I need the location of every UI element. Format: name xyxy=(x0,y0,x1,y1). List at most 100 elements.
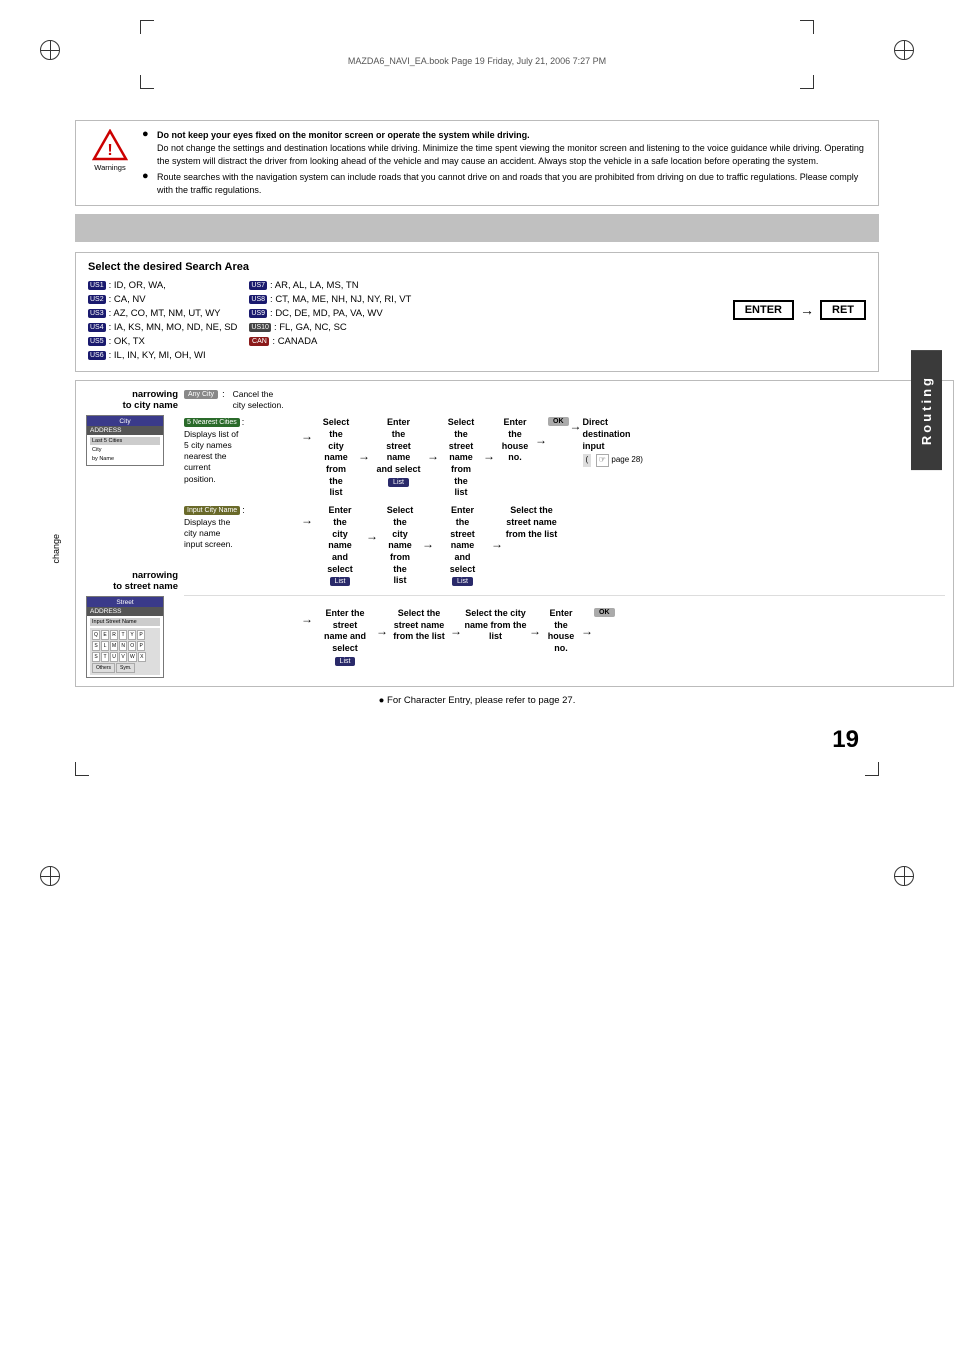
book-info-line: MAZDA6_NAVI_EA.book Page 19 Friday, July… xyxy=(0,55,954,67)
enter-ret-arrow: → xyxy=(800,302,814,318)
us8-states: : CT, MA, ME, NH, NJ, NY, RI, VT xyxy=(270,294,411,305)
flow-enter-house: Enterthehouseno. xyxy=(496,417,534,464)
mockup-city-item: City xyxy=(90,446,160,454)
change-label: change xyxy=(51,534,61,564)
city-narrowing-label: narrowing to city name City ADDRESS Last… xyxy=(84,389,184,466)
corner-mark-tr xyxy=(800,20,814,34)
bottom-margin xyxy=(0,806,954,926)
warning-icon-area: ! Warnings xyxy=(86,129,134,172)
narrowing-street-title2: to street name xyxy=(84,581,184,592)
state-row-us5: US5 : OK, TX xyxy=(88,336,237,347)
kbd-key-t2: T xyxy=(101,652,109,662)
footer-note: ● For Character Entry, please refer to p… xyxy=(75,695,879,706)
kbd-key-x: X xyxy=(138,652,146,662)
left-panel: narrowing to city name City ADDRESS Last… xyxy=(84,389,184,678)
kbd-row-4: Others Sym. xyxy=(92,663,158,673)
warning-body-text: Do not change the settings and destinati… xyxy=(157,143,864,166)
search-area-section: Select the desired Search Area US1 : ID,… xyxy=(75,252,879,372)
inputcity-btn[interactable]: Input City Name xyxy=(184,506,240,515)
arr-sf2: → xyxy=(376,608,388,638)
kbd-key-s: S xyxy=(92,641,100,651)
flow-sf-select-city: Select the cityname from thelist xyxy=(463,608,528,643)
warning-triangle-icon: ! xyxy=(92,129,128,161)
bullet-1: ● xyxy=(142,129,152,168)
enter-button[interactable]: ENTER xyxy=(733,300,794,320)
arr-sf5: → xyxy=(581,608,593,638)
arr1: → xyxy=(301,417,313,443)
flow-ic-select-city: Selectthecitynamefromthelist xyxy=(379,505,421,587)
us2-badge: US2 xyxy=(88,295,106,304)
corner-mark-bl xyxy=(140,75,154,89)
kbd-row-3: S T U V W X xyxy=(92,652,158,662)
search-area-content: US1 : ID, OR, WA, US2 : CA, NV US3 : AZ,… xyxy=(88,280,866,361)
screen-mockup-street: Street ADDRESS Input Street Name Q E R T… xyxy=(86,596,164,678)
colon-inputcity: : xyxy=(242,505,245,515)
state-col-2: US7 : AR, AL, LA, MS, TN US8 : CT, MA, M… xyxy=(249,280,411,361)
any-city-btn[interactable]: Any City xyxy=(184,390,218,399)
diagram-section: change narrowing to city name City ADDRE… xyxy=(75,380,954,687)
nearest5-btn[interactable]: 5 Nearest Cities xyxy=(184,418,240,427)
state-row-us4: US4 : IA, KS, MN, MO, ND, NE, SD xyxy=(88,322,237,333)
nearest5-left: 5 Nearest Cities : Displays list of 5 ci… xyxy=(184,417,299,484)
screen-mockup-city: City ADDRESS Last 5 Cities City by Name xyxy=(86,415,164,466)
nearest5-btn-row: 5 Nearest Cities : xyxy=(184,417,244,427)
page-number-area: 19 xyxy=(75,716,879,796)
crop-mark-br-circle xyxy=(894,866,914,886)
bullet-2: ● xyxy=(142,171,152,197)
arr-ic3: → xyxy=(422,505,434,551)
mockup-street-body: Input Street Name Q E R T Y P xyxy=(87,616,163,677)
street-narrowing-label: narrowing to street name Street ADDRESS … xyxy=(84,570,184,678)
kbd-key-t: T xyxy=(119,630,127,640)
gray-band xyxy=(75,214,879,242)
ok-btn[interactable]: OK xyxy=(548,417,569,426)
narrowing-city-title2: to city name xyxy=(84,400,184,411)
corner-mark-bl2 xyxy=(75,762,89,776)
list-btn-sf[interactable]: List xyxy=(335,657,356,666)
colon-nearest5: : xyxy=(242,417,245,427)
flow-sf-enter-street: Enter thestreetname andselect List xyxy=(315,608,375,666)
list-btn-1[interactable]: List xyxy=(388,478,409,487)
ok-btn-sf[interactable]: OK xyxy=(594,608,615,617)
flow-enter-street-col: Enterthestreetnameand select List xyxy=(371,417,426,486)
nearest5-row: 5 Nearest Cities : Displays list of 5 ci… xyxy=(184,417,945,499)
flow-ic-select-street: Select thestreet namefrom the list xyxy=(504,505,559,540)
mockup-address-header: ADDRESS xyxy=(87,426,163,435)
arr-ic4: → xyxy=(491,505,503,551)
list-btn-3[interactable]: List xyxy=(452,577,473,586)
arr-sf4: → xyxy=(529,608,541,638)
kbd-key-p: P xyxy=(137,630,145,640)
mockup-street-addr: ADDRESS xyxy=(87,607,163,616)
flow-content: Any City : Cancel the city selection. 5 … xyxy=(184,389,945,678)
kbd-key-e: E xyxy=(101,630,109,640)
kbd-row-2: S L M N O P xyxy=(92,641,158,651)
inputcity-row: Input City Name : Displays the city name… xyxy=(184,505,945,587)
flow-select-city: Selectthecitynamefromthelist xyxy=(315,417,357,499)
any-city-start: Any City : xyxy=(184,389,225,399)
arr5: → xyxy=(535,417,547,447)
warning-text-1: Do not keep your eyes fixed on the monit… xyxy=(157,129,868,168)
warning-bold-text: Do not keep your eyes fixed on the monit… xyxy=(157,130,530,140)
list-btn-2[interactable]: List xyxy=(330,577,351,586)
flow-sf-ok: OK xyxy=(594,608,615,617)
us1-states: : ID, OR, WA, xyxy=(109,280,166,291)
us3-states: : AZ, CO, MT, NM, UT, WY xyxy=(109,308,221,319)
mockup-last5: Last 5 Cities xyxy=(90,437,160,445)
mockup-byname-item: by Name xyxy=(90,455,160,463)
inputcity-desc: Displays the city name input screen. xyxy=(184,517,233,550)
kbd-key-w: W xyxy=(128,652,137,662)
kbd-others: Others xyxy=(92,663,115,673)
svg-text:!: ! xyxy=(107,142,112,159)
arr4: → xyxy=(483,417,495,463)
warning-item-2: ● Route searches with the navigation sys… xyxy=(142,171,868,197)
kbd-key-q: Q xyxy=(92,630,100,640)
state-row-us10: US10 : FL, GA, NC, SC xyxy=(249,322,411,333)
flow-sf-enter-text: Enter thestreetname andselect xyxy=(324,608,366,655)
mockup-city-header: City xyxy=(87,416,163,426)
us1-badge: US1 xyxy=(88,281,106,290)
mockup-street-header: Street xyxy=(87,597,163,607)
enter-ret-area: ENTER → RET xyxy=(733,280,866,320)
ret-button[interactable]: RET xyxy=(820,300,866,320)
street-flow-section: → Enter thestreetname andselect List → S… xyxy=(184,608,945,666)
us10-states: : FL, GA, NC, SC xyxy=(274,322,347,333)
flow-sf-select-street: Select thestreet namefrom the list xyxy=(389,608,449,643)
